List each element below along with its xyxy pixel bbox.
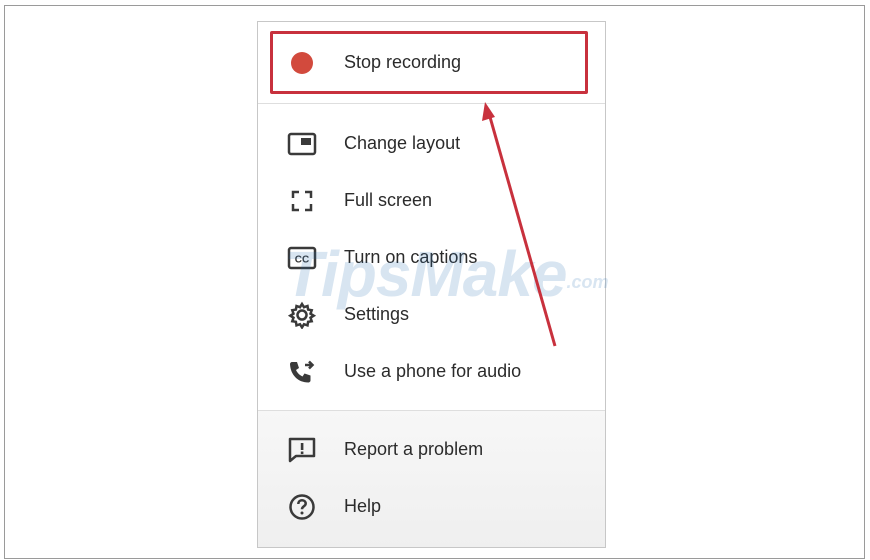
phone-audio-item[interactable]: Use a phone for audio <box>258 348 605 396</box>
change-layout-icon <box>287 130 317 158</box>
settings-label: Settings <box>344 304 410 324</box>
help-item[interactable]: Help <box>258 483 605 531</box>
menu-divider <box>258 103 605 104</box>
report-problem-icon <box>287 436 317 464</box>
options-menu: Stop recording Change layout Full screen… <box>257 21 606 548</box>
full-screen-item[interactable]: Full screen <box>258 177 605 225</box>
report-problem-item[interactable]: Report a problem <box>258 426 605 474</box>
gear-icon <box>287 301 317 329</box>
help-icon <box>287 493 317 521</box>
full-screen-label: Full screen <box>344 190 433 210</box>
report-problem-label: Report a problem <box>344 439 484 459</box>
captions-label: Turn on captions <box>344 247 478 267</box>
help-label: Help <box>344 496 382 516</box>
change-layout-item[interactable]: Change layout <box>258 120 605 168</box>
change-layout-label: Change layout <box>344 133 461 153</box>
captions-icon: CC <box>287 244 317 272</box>
phone-audio-label: Use a phone for audio <box>344 361 522 381</box>
full-screen-icon <box>287 187 317 215</box>
captions-item[interactable]: CC Turn on captions <box>258 234 605 282</box>
settings-item[interactable]: Settings <box>258 291 605 339</box>
svg-text:CC: CC <box>295 255 309 266</box>
annotation-highlight-box <box>270 31 588 94</box>
phone-audio-icon <box>287 358 317 386</box>
menu-divider <box>258 410 605 411</box>
